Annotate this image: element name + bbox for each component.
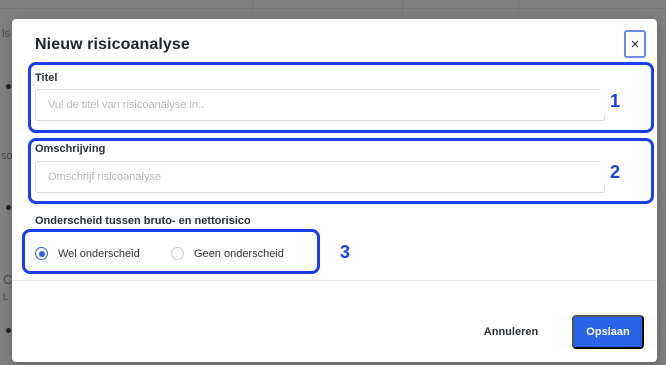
annotation-number-3: 3 (330, 238, 360, 266)
background-divider (518, 0, 519, 19)
background-text: so (1, 150, 13, 162)
annotation-number-2: 2 (600, 158, 630, 186)
annotation-box-3 (22, 229, 320, 274)
cancel-button[interactable]: Annuleren (473, 320, 549, 344)
background-bullet (6, 328, 11, 333)
footer-divider (12, 280, 657, 281)
background-bullet (6, 205, 11, 210)
save-button[interactable]: Opslaan (572, 315, 644, 349)
annotation-box-1 (28, 62, 654, 133)
background-text: ls (2, 28, 10, 40)
background-text: L (3, 292, 9, 302)
annotation-number-1: 1 (600, 87, 630, 115)
background-divider (252, 0, 253, 19)
annotation-box-2 (28, 138, 654, 204)
background-divider (402, 0, 403, 19)
background-text: C (3, 272, 13, 287)
background-divider (0, 8, 666, 9)
modal-title: Nieuw risicoanalyse (35, 36, 190, 53)
background-bullet (6, 84, 11, 89)
close-button[interactable]: × (624, 30, 646, 58)
close-icon: × (630, 35, 640, 53)
distinction-group-label: Onderscheid tussen bruto- en nettorisico (35, 215, 251, 227)
